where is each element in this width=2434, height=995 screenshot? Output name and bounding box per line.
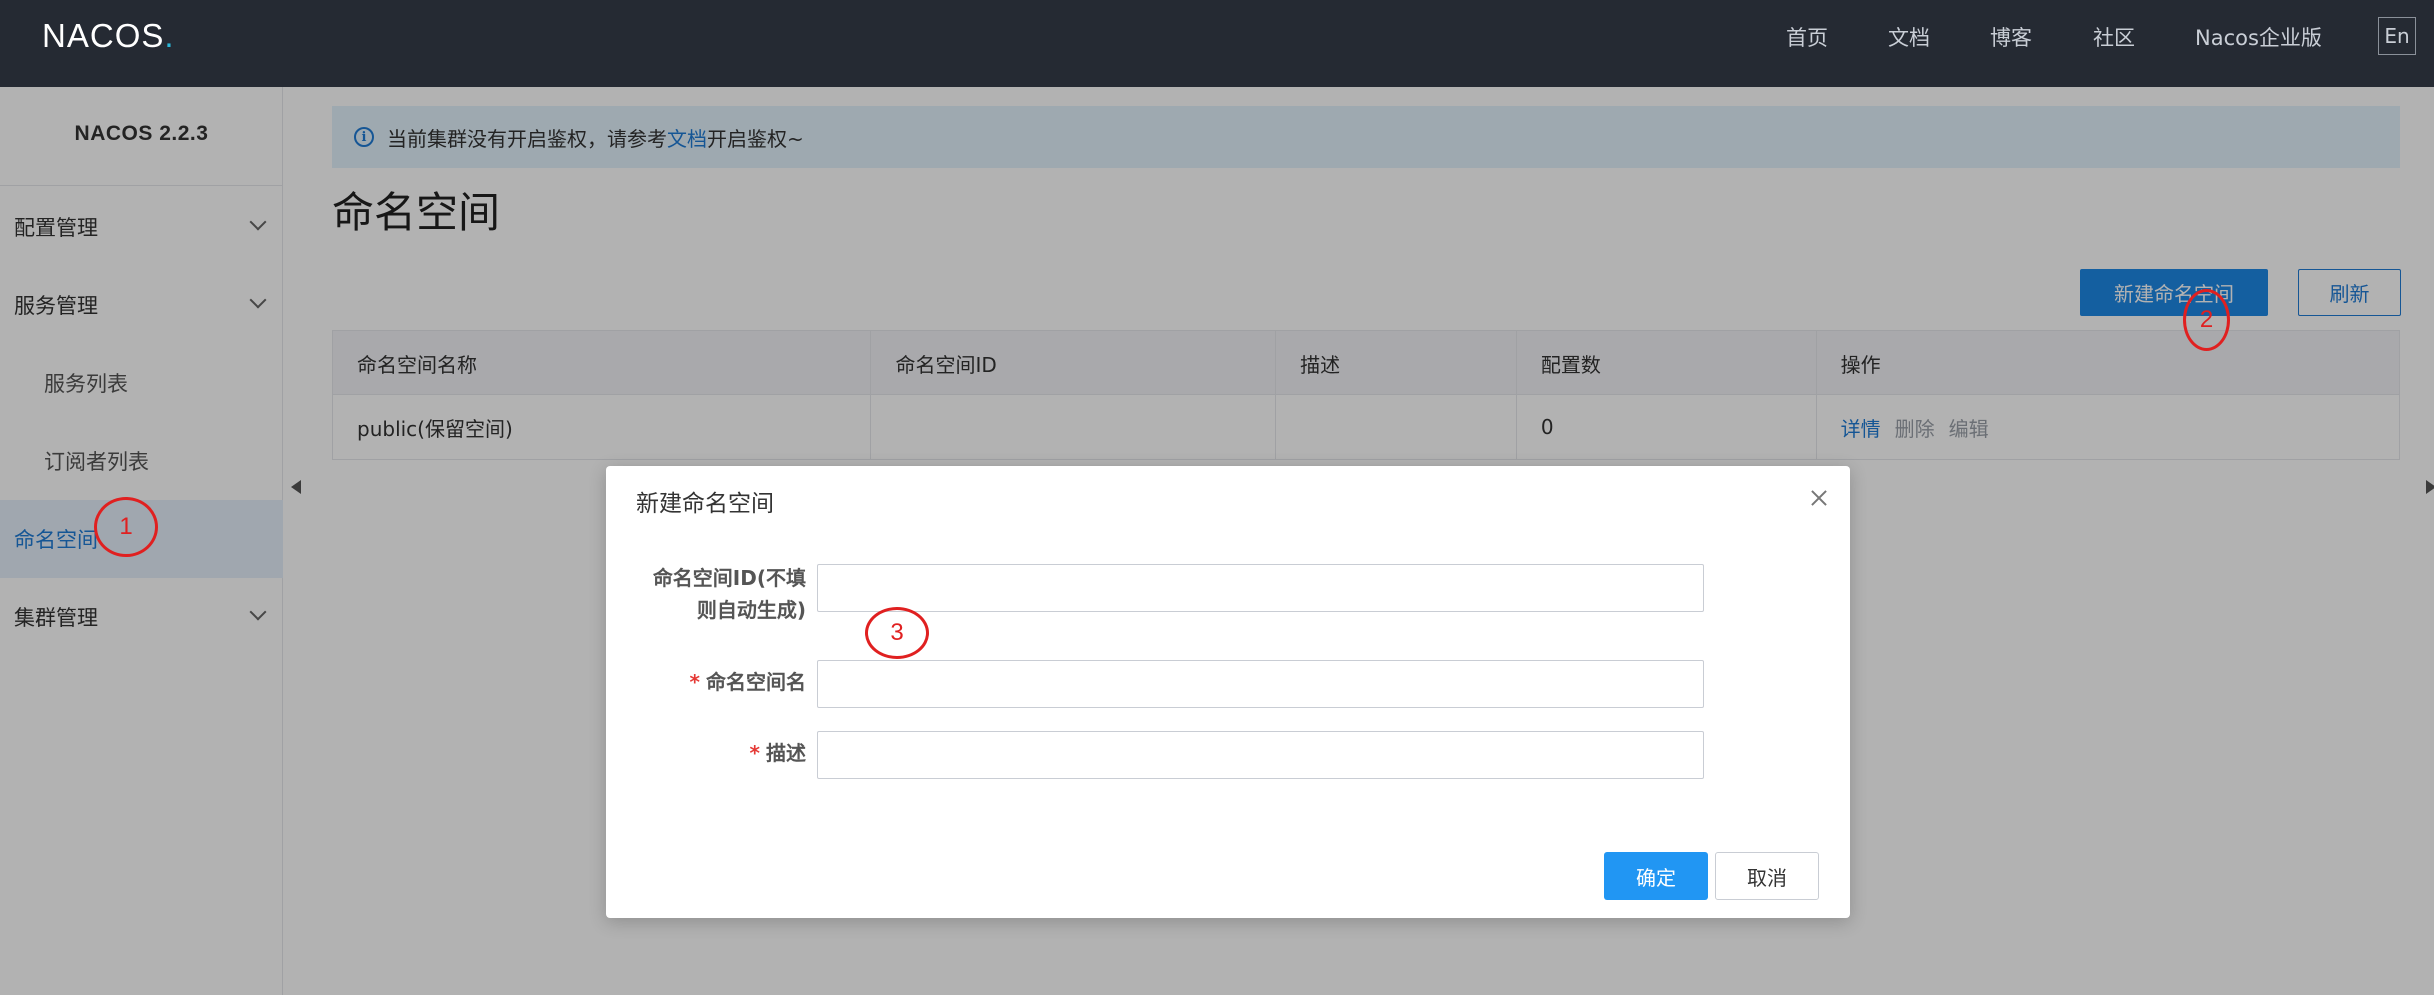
logo-text-a: NAC (42, 17, 115, 54)
close-icon[interactable] (1807, 486, 1831, 510)
namespace-id-input[interactable] (817, 564, 1704, 612)
nacos-logo[interactable]: NAC OS. (42, 16, 175, 56)
namespace-id-label-line2: 则自动生成) (696, 598, 806, 622)
dialog-title: 新建命名空间 (636, 491, 774, 517)
annotation-circle-2: 2 (2183, 289, 2230, 351)
description-label: * 描述 (626, 737, 806, 769)
language-toggle-button[interactable]: En (2378, 17, 2416, 55)
logo-text-b: OS (114, 17, 165, 54)
cancel-button[interactable]: 取消 (1715, 852, 1819, 900)
new-namespace-dialog: 新建命名空间 命名空间ID(不填 则自动生成) * 命名空间名 * 描述 确定 取消 (606, 466, 1850, 918)
namespace-name-label-text: 命名空间名 (706, 670, 806, 694)
confirm-button[interactable]: 确定 (1604, 852, 1708, 900)
nav-home[interactable]: 首页 (1786, 22, 1828, 52)
required-asterisk: * (689, 670, 700, 694)
nav-community[interactable]: 社区 (2093, 22, 2135, 52)
nav-blog[interactable]: 博客 (1990, 22, 2032, 52)
description-input[interactable] (817, 731, 1704, 779)
description-label-text: 描述 (766, 741, 806, 765)
namespace-name-input[interactable] (817, 660, 1704, 708)
required-asterisk: * (749, 741, 760, 765)
annotation-circle-1: 1 (94, 497, 158, 557)
annotation-circle-3: 3 (865, 607, 929, 659)
logo-dot: . (164, 17, 175, 54)
top-bar: NAC OS. 首页 文档 博客 社区 Nacos企业版 En (0, 0, 2434, 87)
nav-enterprise[interactable]: Nacos企业版 (2195, 22, 2322, 52)
nav-docs[interactable]: 文档 (1888, 22, 1930, 52)
namespace-name-label: * 命名空间名 (626, 666, 806, 698)
namespace-id-label: 命名空间ID(不填 则自动生成) (626, 562, 806, 626)
namespace-id-label-line1: 命名空间ID(不填 (652, 566, 806, 590)
